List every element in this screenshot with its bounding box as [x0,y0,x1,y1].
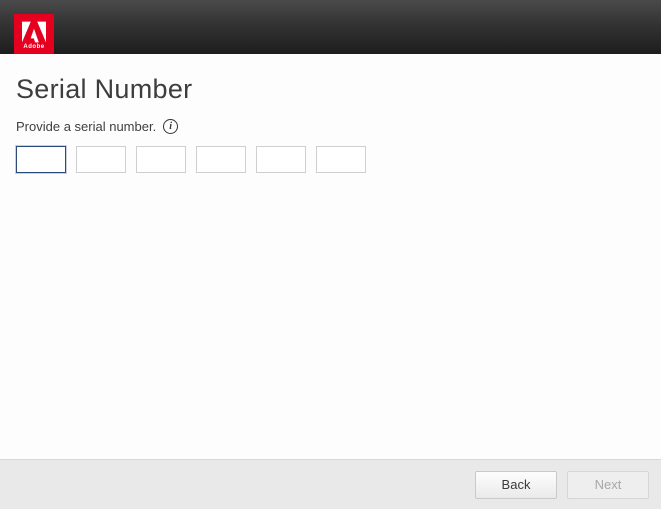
content-area: Serial Number Provide a serial number. i [0,54,661,459]
adobe-brand-text: Adobe [23,44,44,50]
installer-window: Adobe Serial Number Provide a serial num… [0,0,661,509]
serial-segment-1[interactable] [16,146,66,173]
instruction-row: Provide a serial number. i [16,119,645,134]
footer-bar: Back Next [0,459,661,509]
serial-number-row [16,146,645,173]
serial-segment-4[interactable] [196,146,246,173]
info-icon[interactable]: i [163,119,178,134]
title-bar: Adobe [0,0,661,54]
instruction-text: Provide a serial number. [16,119,156,134]
back-button[interactable]: Back [475,471,557,499]
adobe-a-icon [22,21,46,43]
adobe-logo: Adobe [14,14,54,54]
serial-segment-2[interactable] [76,146,126,173]
next-button: Next [567,471,649,499]
serial-segment-5[interactable] [256,146,306,173]
serial-segment-6[interactable] [316,146,366,173]
page-title: Serial Number [16,74,645,105]
serial-segment-3[interactable] [136,146,186,173]
